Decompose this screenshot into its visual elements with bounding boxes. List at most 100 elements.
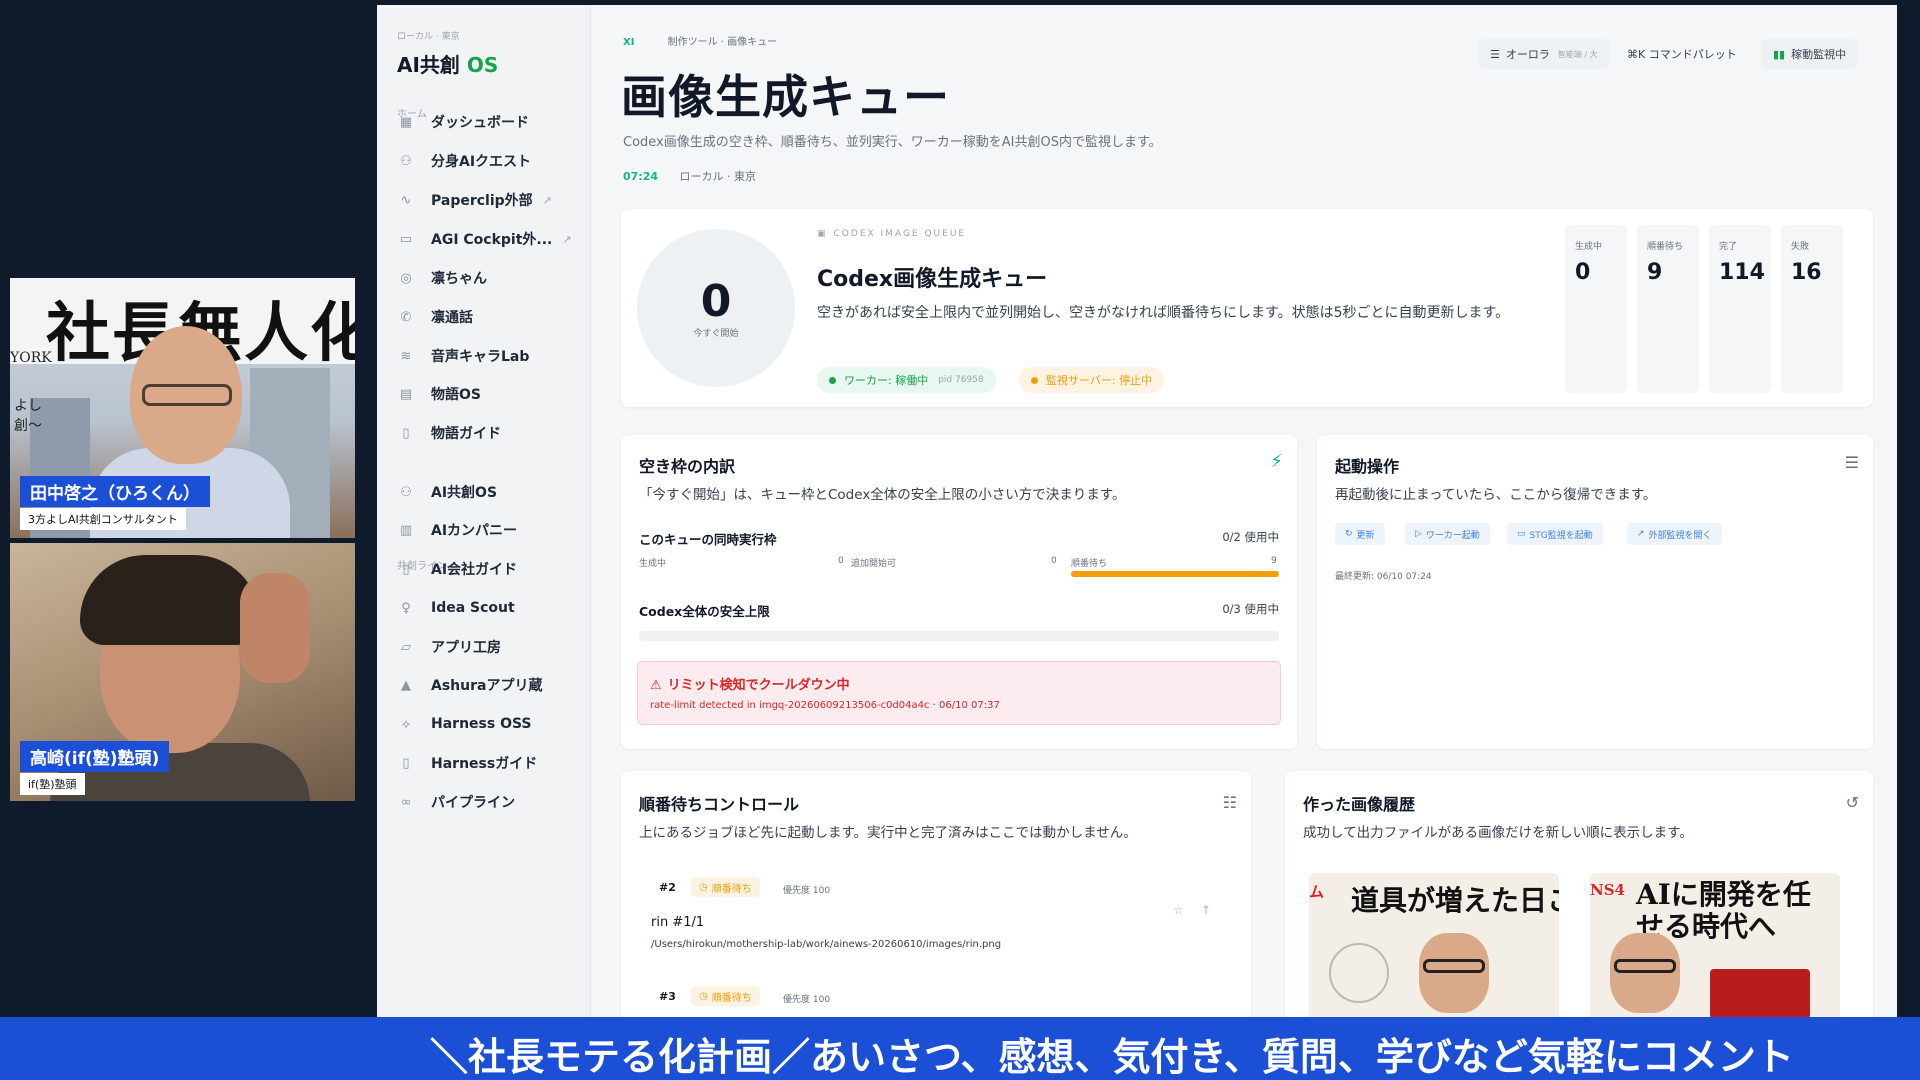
glasses-shape (1423, 959, 1485, 973)
book-icon: ▯ (402, 561, 410, 577)
global-limit-label: Codex全体の安全上限 (639, 604, 770, 619)
generating-label: 生成中 (639, 559, 667, 569)
thumbnail-title: 道具が増えた日こそ、引き (1351, 884, 1559, 917)
sketch-shape (1329, 943, 1389, 1003)
sidebar-item-label: 凛通話 (431, 310, 473, 326)
video-side-text-1: よし (14, 398, 42, 414)
menu-icon: ☰ (1490, 47, 1500, 61)
folder-icon: ▱ (401, 639, 411, 655)
generating-value: 0 (838, 556, 844, 566)
stat-label: 生成中 (1575, 242, 1603, 252)
star-icon[interactable]: ☆ (1173, 903, 1184, 917)
external-link-icon[interactable]: ↗ (562, 233, 571, 246)
sidebar-item-label: AIカンパニー (431, 523, 518, 539)
sidebar-item-label: AGI Cockpit外... (431, 232, 553, 248)
command-palette-button[interactable]: ⌘K コマンドパレット (1615, 39, 1749, 69)
queue-description: 空きがあれば安全上限内で並列開始し、空きがなければ順番待ちにします。状態は5秒ご… (817, 305, 1510, 321)
video-side-text-2: 創〜 (14, 418, 42, 434)
person-hair (80, 555, 260, 645)
external-link-icon[interactable]: ↗ (543, 194, 552, 207)
ops-chip-button[interactable]: ▷ ワーカー起動 (1405, 523, 1490, 545)
stat-value: 0 (1575, 260, 1591, 285)
sidebar-item[interactable]: ∿ Paperclip外部 ↗ (397, 185, 577, 215)
alert-title: ⚠ リミット検知でクールダウン中 (650, 674, 850, 693)
sidebar-item[interactable]: ∞ パイプライン (397, 787, 577, 817)
sidebar-item[interactable]: ⚇ AI共創OS (397, 477, 577, 507)
sidebar-item[interactable]: ⟡ Harness OSS (397, 709, 577, 739)
queue-title: Codex画像生成キュー (817, 267, 1048, 292)
grid-icon: ▦ (399, 114, 413, 130)
history-description: 成功して出力ファイルがある画像だけを新しい順に表示します。 (1303, 825, 1693, 841)
monitor-icon: ▭ (399, 231, 413, 247)
slots-description: 「今すぐ開始」は、キュー枠とCodex全体の安全上限の小さい方で決まります。 (639, 487, 1126, 503)
history-thumbnail[interactable]: NS4 AIに開発を任せる時代へ (1590, 873, 1840, 1020)
sidebar-item[interactable]: ✆ 凛通話 (397, 302, 577, 332)
history-icon[interactable]: ↺ (1846, 793, 1859, 812)
ops-chip-button[interactable]: ↻ 更新 (1335, 523, 1385, 545)
sidebar-item[interactable]: ▭ AGI Cockpit外... ↗ (397, 224, 577, 254)
start-now-value: 0 (700, 275, 732, 327)
ticker-text: ＼社長モテる化計画／あいさつ、感想、気付き、質問、学びなど気軽にコメント (430, 1035, 1794, 1079)
start-now-label: 今すぐ開始 (693, 328, 739, 339)
move-up-icon[interactable]: ↑ (1201, 903, 1211, 917)
breadcrumb-root[interactable]: XI (623, 37, 634, 48)
breadcrumb-path[interactable]: 制作ツール · 画像キュー (668, 37, 778, 48)
sidebar-item[interactable]: ▯ Harnessガイド (397, 748, 577, 778)
aurora-sublabel: 智能端 / 大 (1557, 49, 1598, 59)
sidebar-item[interactable]: ▯ 物語ガイド (397, 418, 577, 448)
sidebar-item[interactable]: ▥ AIカンパニー (397, 515, 577, 545)
queue-concurrency-value: 0/2 使用中 (1222, 530, 1279, 544)
queue-usage-bar (639, 571, 1279, 577)
stat-label: 完了 (1719, 242, 1738, 252)
sidebar-item[interactable]: ▲ Ashuraアプリ蔵 (397, 670, 577, 700)
stat-box: 失敗 16 (1781, 225, 1843, 393)
job-status-badge: ◷ 順番待ち (691, 986, 760, 1006)
list-icon[interactable]: ☷ (1223, 793, 1237, 812)
play-icon: ▷ (1415, 529, 1422, 539)
monitor-label: 稼動監視中 (1791, 48, 1847, 61)
stat-value: 9 (1647, 260, 1663, 285)
worker-pid: pid 76958 (938, 375, 984, 385)
waitlist-card: 順番待ちコントロール ☷ 上にあるジョブほど先に起動します。実行中と完了済みはこ… (621, 771, 1251, 1020)
refresh-icon: ↻ (1345, 529, 1353, 539)
activity-icon: ∿ (400, 192, 412, 208)
participant-role: 3方よしAI共創コンサルタント (20, 508, 186, 530)
sidebar-item[interactable]: ≋ 音声キャラLab (397, 341, 577, 371)
sidebar-item[interactable]: ▯ AI会社ガイド (397, 554, 577, 584)
sidebar-item[interactable]: ⚇ 分身AIクエスト (397, 146, 577, 176)
sidebar-item[interactable]: ♀ Idea Scout (397, 593, 577, 623)
app-brand[interactable]: AI共創 OS (397, 49, 498, 78)
main-content: XI 制作ツール · 画像キュー ☰ オーロラ 智能端 / 大 ⌘K コマンドパ… (591, 5, 1897, 1020)
sidebar-item-label: AI会社ガイド (431, 562, 518, 578)
lightning-icon[interactable]: ⚡ (1270, 451, 1283, 472)
sidebar-item-label: ダッシュボード (431, 115, 529, 131)
glasses-shape (142, 384, 232, 406)
sidebar-item[interactable]: ▦ ダッシュボード (397, 107, 577, 137)
server-icon[interactable]: ☰ (1845, 453, 1859, 472)
ops-chip-label: ワーカー起動 (1425, 530, 1480, 541)
sidebar-item-label: 凛ちゃん (431, 271, 487, 287)
alert-title-text: リミット検知でクールダウン中 (667, 678, 850, 693)
phone-icon: ✆ (400, 309, 412, 325)
history-thumbnail[interactable]: ム 道具が増えた日こそ、引き (1309, 873, 1559, 1020)
stat-box: 生成中 0 (1565, 225, 1627, 393)
page-subtitle: Codex画像生成の空き枠、順番待ち、並列実行、ワーカー稼動をAI共創OS内で監… (623, 135, 1162, 150)
book-icon: ▯ (402, 425, 410, 441)
ops-chip-label: 外部監視を開く (1648, 530, 1712, 541)
sidebar-item[interactable]: ▱ アプリ工房 (397, 632, 577, 662)
waiting-bar-fill (1071, 571, 1279, 577)
monitor-button[interactable]: ▮▮ 稼動監視中 (1761, 39, 1859, 69)
sidebar-item-label: Idea Scout (431, 600, 515, 616)
aurora-button[interactable]: ☰ オーロラ 智能端 / 大 (1478, 39, 1610, 69)
clock-icon: ◷ (699, 881, 708, 893)
ops-chip-button[interactable]: ▭ STG監視を起動 (1507, 523, 1603, 545)
ops-chip-button[interactable]: ↗ 外部監視を開く (1627, 523, 1722, 545)
job-status-badge: ◷ 順番待ち (691, 877, 760, 897)
share-icon: ⟡ (401, 716, 411, 732)
job-path: /Users/hirokun/mothership-lab/work/ainew… (651, 939, 1002, 950)
job-name: rin #1/1 (651, 915, 705, 930)
slots-card: 空き枠の内訳 ⚡ 「今すぐ開始」は、キュー枠とCodex全体の安全上限の小さい方… (621, 435, 1297, 749)
sidebar-item[interactable]: ▤ 物語OS (397, 379, 577, 409)
start-now-gauge: 0 今すぐ開始 (637, 229, 795, 387)
sidebar-item[interactable]: ◎ 凛ちゃん (397, 263, 577, 293)
